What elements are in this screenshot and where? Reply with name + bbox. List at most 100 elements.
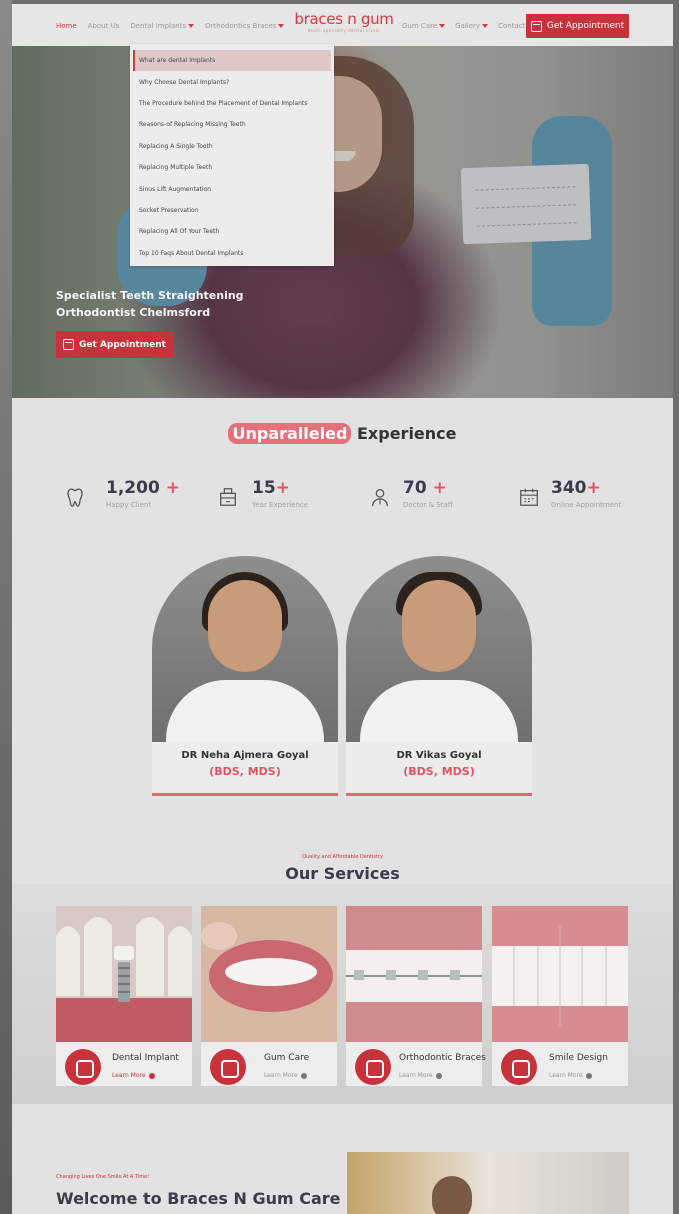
nav-orthodontics-braces[interactable]: Orthodontics Braces — [205, 22, 285, 30]
learn-more-label: Learn More — [264, 1072, 298, 1079]
service-learn-more-link[interactable]: Learn More — [549, 1072, 592, 1079]
doctor-photo — [152, 556, 338, 744]
hero-title-line1: Specialist Teeth Straightening — [56, 289, 244, 302]
doctor-photo — [346, 556, 532, 744]
nav-about-us[interactable]: About Us — [88, 22, 120, 30]
chevron-down-icon — [188, 24, 195, 28]
main-nav-left: Home About Us Dental Implants Orthodonti… — [56, 22, 285, 30]
logo-tagline: multi specialty dental clinic — [307, 28, 381, 33]
welcome-image — [347, 1152, 629, 1214]
welcome-image-person — [432, 1176, 472, 1214]
service-card[interactable]: Dental Implant Learn More — [56, 906, 192, 1086]
site-logo[interactable]: braces n gum multi specialty dental clin… — [292, 10, 396, 40]
nav-gum-care-label: Gum Care — [402, 22, 438, 30]
service-learn-more-link[interactable]: Learn More — [112, 1072, 155, 1079]
doctor-degree: (BDS, MDS) — [209, 765, 281, 778]
doctor-photo-coat — [166, 680, 324, 744]
stat-label: Year Experience — [252, 501, 309, 509]
doctor-photo-coat — [360, 680, 518, 744]
dropdown-item[interactable]: Socket Preservation — [130, 200, 334, 221]
service-image — [201, 906, 337, 1042]
nav-gum-care[interactable]: Gum Care — [402, 22, 446, 30]
main-nav-right: Gum Care Gallery Contact — [402, 22, 525, 30]
page: Home About Us Dental Implants Orthodonti… — [12, 4, 673, 1214]
hero-appointment-label: Get Appointment — [79, 339, 166, 350]
stat-label: Doctor & Staff — [403, 501, 453, 509]
nav-dental-implants-label: Dental Implants — [130, 22, 187, 30]
dropdown-item[interactable]: Sinus Lift Augmentation — [130, 178, 334, 199]
dropdown-item[interactable]: Replacing Multiple Teeth — [130, 157, 334, 178]
stat-value: 340+ — [551, 478, 601, 498]
implant-icon — [65, 1049, 101, 1085]
services-kicker: Quality and Affordable Dentistry — [302, 854, 383, 860]
learn-more-label: Learn More — [549, 1072, 583, 1079]
calendar-icon — [530, 20, 542, 32]
doctor-degree: (BDS, MDS) — [403, 765, 475, 778]
doctor-info: DR Neha Ajmera Goyal (BDS, MDS) — [152, 742, 338, 796]
stat-value: 1,200 + — [106, 478, 180, 498]
dropdown-item[interactable]: What are dental Implants — [133, 50, 331, 72]
calendar-icon — [63, 339, 75, 350]
doctor-card[interactable]: DR Vikas Goyal (BDS, MDS) — [346, 556, 532, 796]
chevron-down-icon — [482, 24, 489, 28]
stat-plus: + — [165, 478, 180, 498]
stat-plus: + — [586, 478, 601, 498]
experience-title: Unparalleled Experience — [12, 423, 673, 444]
arrow-right-icon — [585, 1072, 592, 1079]
header-appointment-label: Get Appointment — [546, 21, 625, 31]
welcome-kicker: Changing Lives One Smile At A Time! — [56, 1174, 150, 1180]
service-card[interactable]: Orthodontic Braces Learn More — [346, 906, 486, 1086]
stat-number: 340 — [551, 478, 587, 498]
learn-more-label: Learn More — [399, 1072, 433, 1079]
dropdown-item[interactable]: Replacing A Single Tooth — [130, 136, 334, 157]
doctor-photo-face — [208, 580, 282, 672]
learn-more-label: Learn More — [112, 1072, 146, 1079]
hero-title: Specialist Teeth Straightening Orthodont… — [56, 287, 316, 321]
header-get-appointment-button[interactable]: Get Appointment — [526, 14, 629, 38]
dropdown-item[interactable]: The Procedure behind the Placement of De… — [130, 93, 334, 114]
stat-number: 1,200 — [106, 478, 160, 498]
nav-home[interactable]: Home — [56, 22, 77, 30]
arrow-right-icon — [148, 1072, 155, 1079]
dropdown-item[interactable]: Reasons-of Replacing Missing Teeth — [130, 114, 334, 135]
braces-icon — [355, 1049, 391, 1085]
dropdown-item[interactable]: Replacing All Of Your Teeth — [130, 221, 334, 242]
nav-orthodontics-label: Orthodontics Braces — [205, 22, 277, 30]
service-name: Smile Design — [549, 1053, 608, 1063]
doctor-card[interactable]: DR Neha Ajmera Goyal (BDS, MDS) — [152, 556, 338, 796]
experience-title-rest: Experience — [351, 424, 457, 443]
service-image — [346, 906, 482, 1042]
nav-gallery[interactable]: Gallery — [455, 22, 489, 30]
doctor-icon — [372, 489, 388, 507]
stat-plus: + — [275, 478, 290, 498]
nav-contact[interactable]: Contact — [498, 22, 525, 30]
service-learn-more-link[interactable]: Learn More — [264, 1072, 307, 1079]
left-edge-strip — [0, 0, 12, 1214]
stat-number: 70 — [403, 478, 427, 498]
chevron-down-icon — [439, 24, 446, 28]
hero-get-appointment-button[interactable]: Get Appointment — [56, 331, 173, 358]
logo-wordmark: braces n gum — [294, 10, 394, 28]
dropdown-item[interactable]: Top 10 Faqs About Dental Implants — [130, 243, 334, 264]
nav-gallery-label: Gallery — [455, 22, 481, 30]
services-title: Our Services — [285, 864, 400, 883]
experience-title-highlight: Unparalleled — [228, 423, 352, 444]
teeth-icon — [210, 1049, 246, 1085]
service-image — [56, 906, 192, 1042]
arrow-right-icon — [300, 1072, 307, 1079]
smile-icon — [501, 1049, 537, 1085]
service-card[interactable]: Gum Care Learn More — [201, 906, 337, 1086]
service-card[interactable]: Smile Design Learn More — [492, 906, 628, 1086]
chevron-down-icon — [278, 24, 285, 28]
nav-dental-implants[interactable]: Dental Implants — [130, 22, 195, 30]
doctor-photo-face — [402, 580, 476, 672]
doctor-name: DR Vikas Goyal — [396, 750, 482, 761]
dropdown-item[interactable]: Why Choose Dental Implants? — [130, 71, 334, 92]
stat-value: 15+ — [252, 478, 290, 498]
stat-label: Happy Client — [106, 501, 152, 509]
stat-value: 70 + — [403, 478, 447, 498]
calendar-icon — [520, 488, 538, 506]
service-learn-more-link[interactable]: Learn More — [399, 1072, 442, 1079]
dental-implants-dropdown: What are dental Implants Why Choose Dent… — [130, 44, 334, 266]
tooth-icon — [67, 488, 83, 507]
